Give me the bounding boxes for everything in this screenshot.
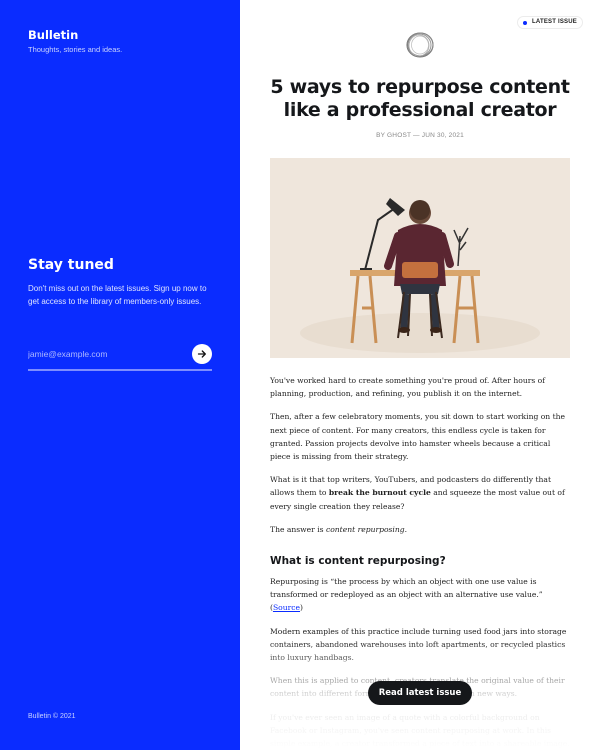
subscribe-description: Don't miss out on the latest issues. Sig…	[28, 284, 207, 306]
subscribe-submit-button[interactable]	[192, 344, 212, 364]
subscribe-title: Stay tuned	[28, 257, 114, 273]
post-paragraph: The answer is content repurposing.	[270, 523, 570, 536]
paragraph-text: The answer is	[270, 524, 326, 534]
sidebar: Bulletin Thoughts, stories and ideas. St…	[0, 0, 240, 750]
latest-issue-label: LATEST ISSUE	[532, 19, 577, 25]
post-paragraph: If you've ever seen an image of a quote …	[270, 712, 570, 749]
read-latest-issue-button[interactable]: Read latest issue	[368, 681, 472, 705]
post-paragraph: What is it that top writers, YouTubers, …	[270, 473, 570, 513]
site-title[interactable]: Bulletin	[28, 28, 78, 42]
bold-text: break the burnout cycle	[328, 488, 431, 498]
badge-dot-icon	[523, 20, 528, 25]
subscribe-form	[28, 343, 212, 371]
feature-image	[270, 158, 570, 358]
ring-logo-icon[interactable]	[403, 29, 437, 61]
post-paragraph: You've worked hard to create something y…	[270, 376, 546, 399]
paragraph-text: Repurposing is “the process by which an …	[270, 577, 543, 613]
post-paragraph: Modern examples of this practice include…	[270, 626, 567, 663]
email-input[interactable]	[28, 343, 188, 365]
paragraph-text: Then, after a few celebratory moments, y…	[270, 412, 566, 462]
post-title[interactable]: 5 ways to repurpose content like a profe…	[270, 76, 570, 122]
post-meta: BY GHOST — JUN 30, 2021	[376, 132, 464, 139]
main-content: LATEST ISSUE 5 ways to repurpose content…	[240, 0, 600, 750]
paragraph-text: .	[404, 524, 408, 534]
site-tagline: Thoughts, stories and ideas.	[28, 45, 123, 54]
copyright: Bulletin © 2021	[28, 713, 76, 720]
post-paragraph: Then, after a few celebratory moments, y…	[270, 410, 570, 463]
paragraph-text: )	[300, 603, 303, 613]
arrow-right-icon	[197, 350, 206, 358]
section-heading: What is content repurposing?	[270, 555, 446, 568]
feature-image-illustration	[270, 158, 570, 358]
post-paragraph: Repurposing is “the process by which an …	[270, 575, 570, 615]
emphasis-text: content repurposing	[325, 524, 405, 534]
source-link[interactable]: Source	[273, 603, 300, 612]
latest-issue-badge[interactable]: LATEST ISSUE	[517, 16, 583, 29]
